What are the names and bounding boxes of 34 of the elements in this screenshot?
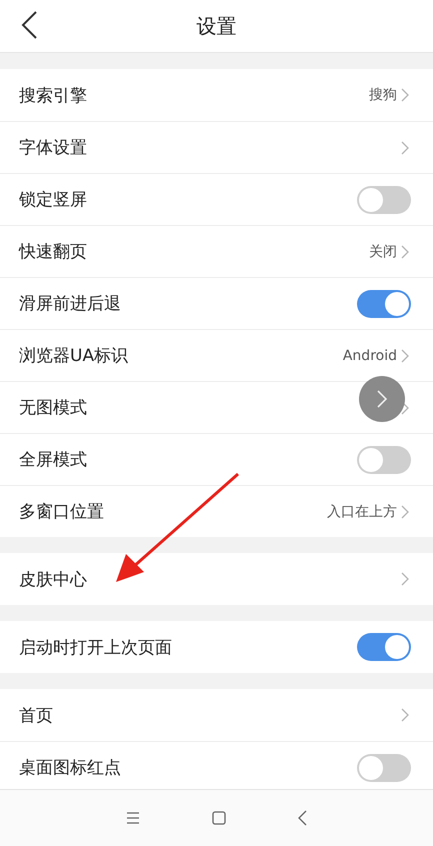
menu-icon[interactable] <box>126 812 140 824</box>
chevron-icon <box>401 572 409 586</box>
toggle-switch[interactable] <box>357 446 411 474</box>
setting-label[interactable]: 全屏模式 <box>19 448 87 471</box>
chevron-icon <box>401 140 409 154</box>
setting-label[interactable]: 多窗口位置 <box>19 500 104 523</box>
toggle-switch[interactable] <box>357 633 411 661</box>
page-title: 设置 <box>196 12 236 40</box>
setting-value: 关闭 <box>369 242 397 260</box>
chevron-icon <box>401 708 409 722</box>
chevron-icon <box>401 88 409 102</box>
setting-value: Android <box>342 348 397 364</box>
chevron-icon <box>401 504 409 518</box>
chevron-icon <box>376 389 388 409</box>
setting-value: 入口在上方 <box>327 502 397 520</box>
back-icon[interactable] <box>298 810 307 826</box>
chevron-icon <box>401 244 409 258</box>
setting-label[interactable]: 启动时打开上次页面 <box>19 636 172 658</box>
setting-label[interactable]: 无图模式 <box>19 396 87 419</box>
setting-label[interactable]: 快速翻页 <box>19 240 87 263</box>
setting-label[interactable]: 滑屏前进后退 <box>19 292 121 315</box>
setting-value: 搜狗 <box>369 86 397 104</box>
setting-label[interactable]: 首页 <box>19 704 53 726</box>
setting-label[interactable]: 搜索引擎 <box>19 84 87 106</box>
setting-label[interactable]: 浏览器UA标识 <box>19 344 128 367</box>
setting-label[interactable]: 锁定竖屏 <box>19 188 87 211</box>
toggle-switch[interactable] <box>357 290 411 318</box>
toggle-switch[interactable] <box>357 186 411 214</box>
setting-label[interactable]: 桌面图标红点 <box>19 756 121 779</box>
chevron-icon <box>401 348 409 362</box>
setting-label[interactable]: 字体设置 <box>19 136 87 159</box>
setting-label[interactable]: 皮肤中心 <box>19 568 87 590</box>
toggle-switch[interactable] <box>357 754 411 782</box>
home-icon[interactable] <box>212 811 226 825</box>
